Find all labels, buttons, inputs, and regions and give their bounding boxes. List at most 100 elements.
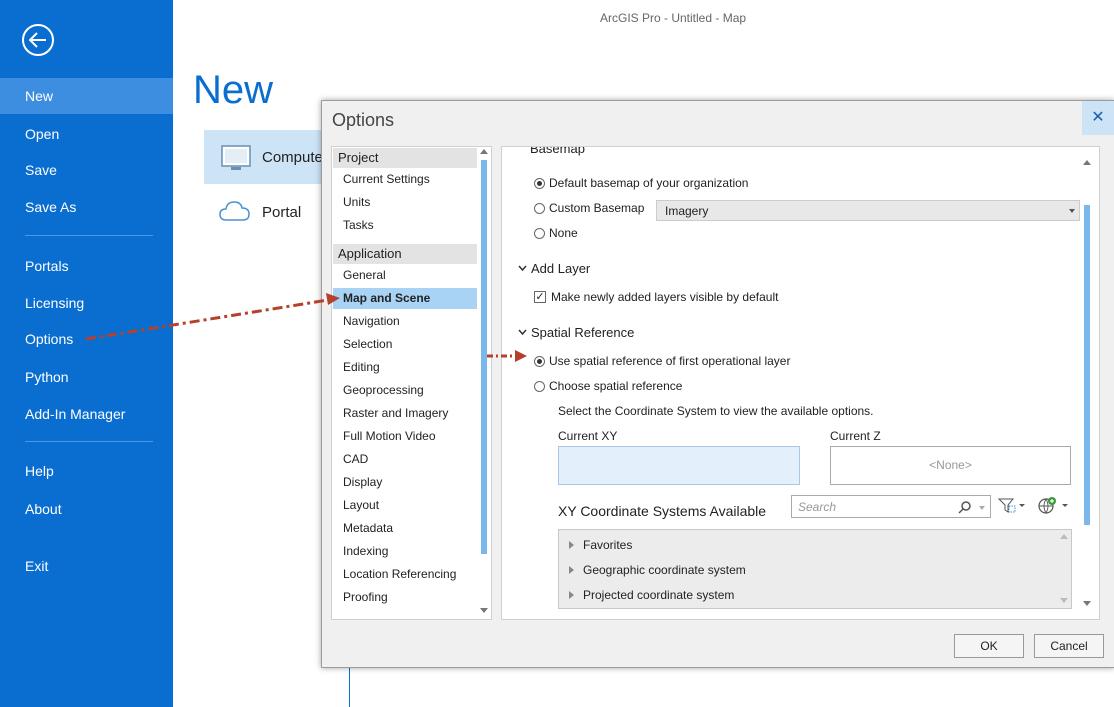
category-raster-and-imagery[interactable]: Raster and Imagery [333,403,477,424]
sidebar-item-licensing[interactable]: Licensing [0,285,173,321]
scroll-up-icon[interactable] [1060,534,1068,539]
backstage-sidebar: New Open Save Save As Portals Licensing … [0,0,173,707]
radio-default-basemap[interactable] [534,178,545,189]
radio-custom-basemap[interactable] [534,203,545,214]
sidebar-item-python[interactable]: Python [0,359,173,395]
section-basemap: Basemap [530,146,585,156]
globe-button[interactable] [1036,495,1072,517]
cancel-button[interactable]: Cancel [1034,634,1104,658]
filter-button[interactable] [997,496,1028,516]
chevron-down-icon [979,506,985,510]
radio-no-basemap[interactable] [534,228,545,239]
sidebar-divider [25,235,153,236]
sidebar-divider [25,441,153,442]
settings-scroll-thumb[interactable] [1084,205,1090,525]
checkbox-layers-visible[interactable]: ✓ [534,291,546,303]
radio-choose-reference[interactable] [534,381,545,392]
category-metadata[interactable]: Metadata [333,518,477,539]
sidebar-item-save[interactable]: Save [0,152,173,188]
settings-scrollbar[interactable] [1082,155,1092,611]
computer-icon [221,145,251,170]
sidebar-item-help[interactable]: Help [0,453,173,489]
category-list: Project Current Settings Units Tasks App… [331,146,492,620]
category-display[interactable]: Display [333,472,477,493]
category-proofing[interactable]: Proofing [333,587,477,608]
tile-portal-label: Portal [262,204,302,221]
category-cad[interactable]: CAD [333,449,477,470]
ok-button[interactable]: OK [954,634,1024,658]
tile-portal[interactable]: Portal [216,196,326,232]
category-editing[interactable]: Editing [333,357,477,378]
category-current-settings[interactable]: Current Settings [333,169,477,190]
search-placeholder: Search [798,500,837,514]
category-tasks[interactable]: Tasks [333,215,477,236]
label-layers-visible: Make newly added layers visible by defau… [551,290,779,304]
custom-basemap-value: Imagery [665,204,709,218]
tree-item-projected[interactable]: Projected coordinate system [583,588,734,602]
label-custom-basemap: Custom Basemap [549,201,645,215]
label-current-xy: Current XY [558,429,618,443]
expand-icon[interactable] [569,541,574,549]
tile-computer-label: Compute [262,149,323,166]
collapse-chevron-icon[interactable] [518,265,527,271]
expand-icon[interactable] [569,591,574,599]
coordinate-system-tree: Favorites Geographic coordinate system P… [558,529,1072,609]
sidebar-item-exit[interactable]: Exit [0,548,173,584]
label-first-layer-reference: Use spatial reference of first operation… [549,354,791,368]
chevron-down-icon [1069,209,1075,213]
scroll-down-icon [1083,601,1091,606]
category-header-application: Application [333,244,477,264]
scroll-down-icon[interactable] [1060,598,1068,603]
label-default-basemap: Default basemap of your organization [549,176,749,190]
sidebar-item-open[interactable]: Open [0,116,173,152]
cloud-icon [219,201,250,221]
category-map-and-scene[interactable]: Map and Scene [333,288,477,309]
current-xy-field[interactable] [558,446,800,485]
category-selection[interactable]: Selection [333,334,477,355]
tile-computer[interactable]: Compute [204,130,324,184]
globe-add-icon [1038,497,1068,514]
category-scrollbar[interactable] [479,148,489,617]
category-full-motion-video[interactable]: Full Motion Video [333,426,477,447]
category-header-project: Project [333,148,477,168]
close-button[interactable]: ✕ [1082,101,1114,135]
label-choose-reference: Choose spatial reference [549,379,683,393]
tree-item-favorites[interactable]: Favorites [583,538,632,552]
custom-basemap-select[interactable]: Imagery [656,200,1080,221]
sidebar-item-portals[interactable]: Portals [0,248,173,284]
sidebar-item-options[interactable]: Options [0,321,173,357]
radio-first-layer-reference[interactable] [534,356,545,367]
scroll-up-icon [1083,160,1091,165]
category-units[interactable]: Units [333,192,477,213]
back-button[interactable] [22,24,54,56]
back-arrow-icon [29,32,46,48]
category-geoprocessing[interactable]: Geoprocessing [333,380,477,401]
scroll-up-icon [480,149,488,154]
options-dialog: Options ✕ Project Current Settings Units… [321,100,1114,668]
window-title: ArcGIS Pro - Untitled - Map [600,11,747,25]
sidebar-item-save-as[interactable]: Save As [0,189,173,225]
search-input[interactable]: Search [791,495,991,518]
sidebar-item-add-in-manager[interactable]: Add-In Manager [0,396,173,432]
category-navigation[interactable]: Navigation [333,311,477,332]
section-add-layer: Add Layer [531,261,591,276]
scroll-down-icon [480,608,488,613]
sidebar-item-about[interactable]: About [0,491,173,527]
category-general[interactable]: General [333,265,477,286]
category-indexing[interactable]: Indexing [333,541,477,562]
tree-item-geographic[interactable]: Geographic coordinate system [583,563,746,577]
page-title: New [193,68,274,112]
category-layout[interactable]: Layout [333,495,477,516]
coordinate-hint: Select the Coordinate System to view the… [558,404,874,418]
settings-panel: Basemap Default basemap of your organiza… [501,146,1100,620]
category-location-referencing[interactable]: Location Referencing [333,564,477,585]
label-current-z: Current Z [830,429,881,443]
dialog-title: Options [332,110,395,130]
collapse-chevron-icon[interactable] [518,329,527,335]
category-scroll-thumb[interactable] [481,160,487,554]
current-z-field[interactable]: <None> [830,446,1071,485]
sidebar-item-new[interactable]: New [0,78,173,114]
filter-icon [997,498,1025,513]
label-no-basemap: None [549,226,578,240]
expand-icon[interactable] [569,566,574,574]
